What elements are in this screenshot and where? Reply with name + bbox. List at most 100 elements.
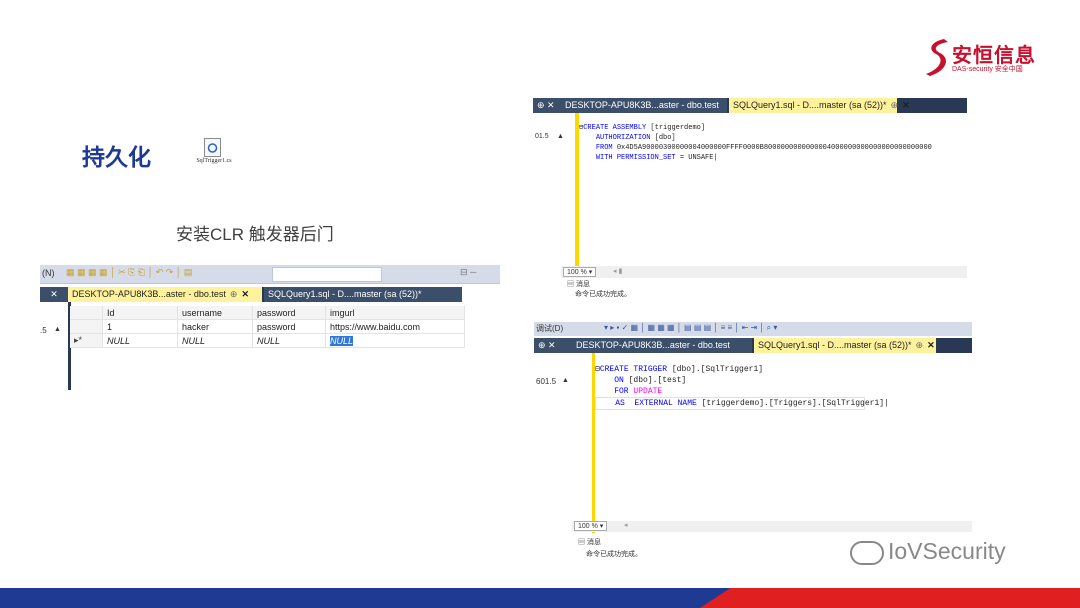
code-line: AUTHORIZATION [dbo]: [579, 133, 971, 143]
row-selector[interactable]: ▸*: [70, 333, 103, 348]
editor-status-bar: 100 % ▾ ◂: [572, 521, 972, 532]
cell-imgurl[interactable]: https://www.baidu.com: [325, 319, 465, 334]
tab-sqlquery[interactable]: SQLQuery1.sql - D....master (sa (52))* ⊕ ✕: [754, 338, 936, 353]
sql-editor[interactable]: ⊟CREATE TRIGGER [dbo].[SqlTrigger1] ON […: [592, 353, 975, 543]
document-tab-strip: ✕ DESKTOP-APU8K3B...aster - dbo.test ⊕ ✕ S…: [40, 287, 462, 302]
column-header[interactable]: imgurl: [325, 306, 465, 320]
menu-debug[interactable]: 调试(D): [536, 323, 563, 334]
sql-text: [dbo].[test]: [623, 376, 687, 385]
zoom-dropdown[interactable]: 100 % ▾: [563, 267, 597, 277]
sql-text: 0x4D5A90000300000004000000FFFF0000B80000…: [612, 144, 932, 152]
csharp-file-icon: [204, 138, 221, 157]
tab-messages[interactable]: ▤ 消息: [567, 279, 590, 289]
ssms-grid-screenshot: (N) ▦ ▦ ▦ ▦ │ ✂ ⎘ ⎗ │ ↶ ↷ │ ▤ ⊟ ─ ✕ DESK…: [40, 265, 500, 390]
cell-username[interactable]: hacker: [177, 319, 253, 334]
sql-editor[interactable]: ⊟CREATE ASSEMBLY [triggerdemo] AUTHORIZA…: [575, 113, 971, 277]
toolbar-icons[interactable]: ▾ ▸ ▪ ✓ ▦ │ ▦ ▦ ▦ │ ▤ ▤ ▤ │ ≡ ≡ │ ⇤ ⇥ │ …: [604, 323, 777, 333]
messages-pane: ▤ 消息 命令已成功完成。: [561, 278, 967, 300]
tab-dbo-test[interactable]: DESKTOP-APU8K3B...aster - dbo.test ⊕ ✕: [68, 287, 262, 302]
column-header[interactable]: username: [177, 306, 253, 320]
selected-null-value: NULL: [330, 335, 354, 346]
toolbar-icons[interactable]: ▦ ▦ ▦ ▦ │ ✂ ⎘ ⎗ │ ↶ ↷ │ ▤: [66, 267, 192, 278]
side-panel: .5 ▲: [40, 302, 71, 390]
tab-label: SQLQuery1.sql - D....master (sa (52))*: [758, 340, 912, 350]
row-selector-header[interactable]: [70, 306, 103, 320]
close-icon[interactable]: ✕: [241, 289, 249, 299]
sql-keyword: FOR: [614, 387, 629, 396]
editor-gutter: 01.5 ▲: [533, 113, 575, 277]
attached-file[interactable]: SqlTrigger1.cs: [190, 138, 238, 172]
pin-close-icons[interactable]: ⊕ ✕: [534, 338, 572, 353]
pin-icon[interactable]: ⊕: [230, 289, 238, 299]
column-header[interactable]: Id: [102, 306, 178, 320]
cell-id[interactable]: NULL: [102, 333, 178, 348]
company-logo: 安恒信息 DAS-security 安全中国: [922, 36, 1042, 78]
scroll-left-icon[interactable]: ◂ ▮: [613, 267, 622, 275]
sql-text: [dbo].[SqlTrigger1]: [667, 365, 764, 374]
menu-fragment[interactable]: (N): [42, 268, 55, 278]
pin-icon[interactable]: ⊕: [891, 100, 899, 110]
logo-s-icon: [926, 39, 948, 76]
cell-imgurl[interactable]: NULL: [325, 333, 465, 348]
wechat-icon: [850, 540, 884, 565]
cell-password[interactable]: NULL: [252, 333, 326, 348]
pin-icon[interactable]: ⊕: [916, 340, 924, 350]
sql-keyword: CREATE TRIGGER: [599, 365, 668, 374]
editor-status-bar: 100 % ▾ ◂ ▮: [561, 266, 967, 278]
code-line: FOR UPDATE: [595, 386, 975, 397]
message-icon: ▤: [567, 281, 574, 288]
messages-tab-label: 消息: [586, 539, 601, 546]
close-icon[interactable]: ✕: [902, 100, 910, 110]
code-line: ⊟CREATE ASSEMBLY [triggerdemo]: [579, 123, 971, 133]
watermark-text: IoVSecurity: [888, 538, 1006, 564]
scroll-up-icon[interactable]: ▲: [557, 133, 564, 140]
sql-text: = UNSAFE: [675, 154, 714, 162]
file-name: SqlTrigger1.cs: [196, 158, 232, 164]
zoom-value: 100 %: [567, 269, 587, 276]
cell-password[interactable]: password: [252, 319, 326, 334]
close-icon[interactable]: ✕: [927, 340, 935, 350]
sql-keyword: ON: [614, 376, 624, 385]
tab-sqlquery[interactable]: SQLQuery1.sql - D....master (sa (52))* ⊕ ✕: [729, 98, 910, 113]
sql-text: [triggerdemo].[Triggers].[SqlTrigger1]: [696, 399, 885, 408]
sql-keyword: CREATE ASSEMBLY: [583, 124, 647, 132]
messages-tab-label: 消息: [575, 281, 590, 288]
sql-text: [dbo]: [650, 134, 676, 142]
sql-keyword: UPDATE: [633, 387, 663, 396]
slide-subtitle: 安装CLR 触发器后门: [176, 225, 334, 244]
toolbar-right[interactable]: ⊟ ─: [460, 267, 476, 278]
row-selector[interactable]: [70, 319, 103, 334]
document-tab-strip: ⊕ ✕ DESKTOP-APU8K3B...aster - dbo.test S…: [533, 98, 967, 113]
sql-keyword: AUTHORIZATION: [595, 134, 651, 142]
tab-dbo-test[interactable]: DESKTOP-APU8K3B...aster - dbo.test: [561, 98, 727, 113]
zoom-value: 100 %: [578, 523, 598, 530]
cell-id[interactable]: 1: [102, 319, 178, 334]
logo-sub-text: DAS-security 安全中国: [952, 66, 1023, 73]
message-icon: ▤: [578, 539, 585, 546]
sql-keyword: FROM: [595, 144, 613, 152]
watermark: IoVSecurity: [850, 538, 1006, 565]
zoom-dropdown[interactable]: 100 % ▾: [574, 521, 608, 531]
message-text: 命令已成功完成。: [586, 551, 642, 558]
table-row: 1 hacker password https://www.baidu.com: [70, 319, 465, 334]
pin-close-icons[interactable]: ⊕ ✕: [533, 98, 561, 113]
scroll-up-icon[interactable]: ▲: [54, 326, 61, 333]
code-line: WITH PERMISSION_SET = UNSAFE|: [595, 154, 718, 162]
scroll-up-icon[interactable]: ▲: [562, 377, 569, 384]
scroll-left-icon[interactable]: ◂: [624, 521, 628, 529]
close-icon[interactable]: ✕: [40, 287, 68, 302]
tab-messages[interactable]: ▤ 消息: [578, 537, 601, 547]
grid-header-row: Id username password imgurl: [70, 306, 465, 320]
column-header[interactable]: password: [252, 306, 326, 320]
code-line: ON [dbo].[test]: [595, 375, 975, 386]
side-label: 601.5: [536, 377, 557, 386]
footer-accent: [700, 588, 1080, 608]
ssms-create-assembly-screenshot: ⊕ ✕ DESKTOP-APU8K3B...aster - dbo.test S…: [533, 94, 971, 300]
toolbar-dropdown[interactable]: [272, 267, 382, 282]
table-row-new: ▸* NULL NULL NULL NULL: [70, 333, 465, 348]
sql-text: [triggerdemo]: [646, 124, 706, 132]
cell-username[interactable]: NULL: [177, 333, 253, 348]
document-tab-strip: ⊕ ✕ DESKTOP-APU8K3B...aster - dbo.test S…: [534, 338, 972, 353]
tab-sqlquery[interactable]: SQLQuery1.sql - D....master (sa (52))*: [264, 287, 462, 302]
tab-dbo-test[interactable]: DESKTOP-APU8K3B...aster - dbo.test: [572, 338, 752, 353]
